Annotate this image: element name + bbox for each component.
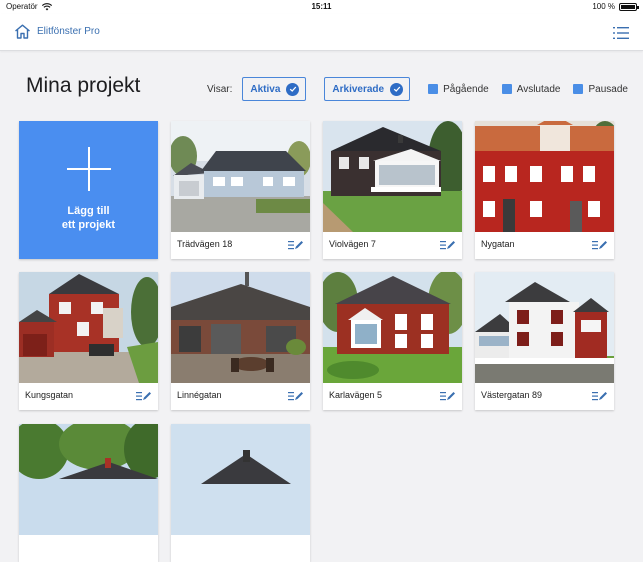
project-name: Trädvägen 18 [177,239,233,249]
project-photo [323,121,462,232]
home-icon [15,24,30,39]
plus-icon [67,147,111,191]
project-photo [171,424,310,535]
edit-list-icon[interactable] [592,391,607,401]
filter-label: Visar: [207,83,233,95]
checkbox-pausade-label: Pausade [588,83,628,95]
project-card[interactable] [19,424,158,562]
project-card[interactable]: Kungsgatan [19,272,158,410]
check-circle-icon [286,82,300,96]
filter-bar: Visar: Aktiva Arkiverade Pågående Avslut… [207,77,641,101]
list-menu-icon[interactable] [613,26,629,40]
project-photo [19,424,158,535]
project-card[interactable]: Linnégatan [171,272,310,410]
project-card[interactable]: Violvägen 7 [323,121,462,259]
edit-list-icon[interactable] [288,391,303,401]
edit-list-icon[interactable] [440,240,455,250]
toggle-aktiva-label: Aktiva [250,83,281,95]
checkbox-box [428,84,439,94]
project-photo [19,272,158,383]
project-name: Linnégatan [177,390,222,400]
project-photo [171,121,310,232]
project-name: Västergatan 89 [481,390,543,400]
checkbox-avslutade-label: Avslutade [516,83,561,95]
project-name: Violvägen 7 [329,239,376,249]
checkbox-pagaende[interactable]: Pågående [428,84,489,95]
home-link[interactable]: Elitfönster Pro [14,24,100,39]
project-photo [323,272,462,383]
project-card[interactable]: Trädvägen 18 [171,121,310,259]
checkbox-box [573,84,584,94]
app-bar: Elitfönster Pro [0,14,643,51]
add-project-label: Lägg till ett projekt [61,205,116,231]
project-card[interactable]: Västergatan 89 [475,272,614,410]
checkbox-pausade[interactable]: Pausade [573,83,628,95]
project-name: Karlavägen 5 [329,390,383,400]
battery-icon [619,2,639,11]
project-name: Kungsgatan [25,390,74,400]
project-photo [475,272,614,383]
toggle-arkiverade[interactable]: Arkiverade [324,77,411,101]
status-right: 100 % [592,2,639,11]
add-project-card[interactable]: Lägg till ett projekt [19,121,158,259]
check-circle-icon [390,82,404,96]
brand-label: Elitfönster Pro [37,26,100,37]
edit-list-icon[interactable] [440,391,455,401]
toggle-aktiva[interactable]: Aktiva [242,77,307,101]
project-photo [475,121,614,232]
battery-percent: 100 % [592,2,615,11]
clock: 15:11 [311,2,332,11]
page-title: Mina projekt [26,74,141,97]
edit-list-icon[interactable] [592,240,607,250]
checkbox-box [501,84,512,94]
checkbox-pagaende-label: Pågående [443,83,489,95]
checkbox-avslutade[interactable]: Avslutade [501,83,561,95]
project-name: Nygatan [481,239,515,249]
project-card[interactable]: Karlavägen 5 [323,272,462,410]
project-photo [171,272,310,383]
edit-list-icon[interactable] [136,391,151,401]
toggle-arkiverade-label: Arkiverade [332,83,385,95]
edit-list-icon[interactable] [288,240,303,250]
project-card[interactable] [171,424,310,562]
status-bar: Operatör 15:11 100 % [0,0,643,14]
project-card[interactable]: Nygatan [475,121,614,259]
